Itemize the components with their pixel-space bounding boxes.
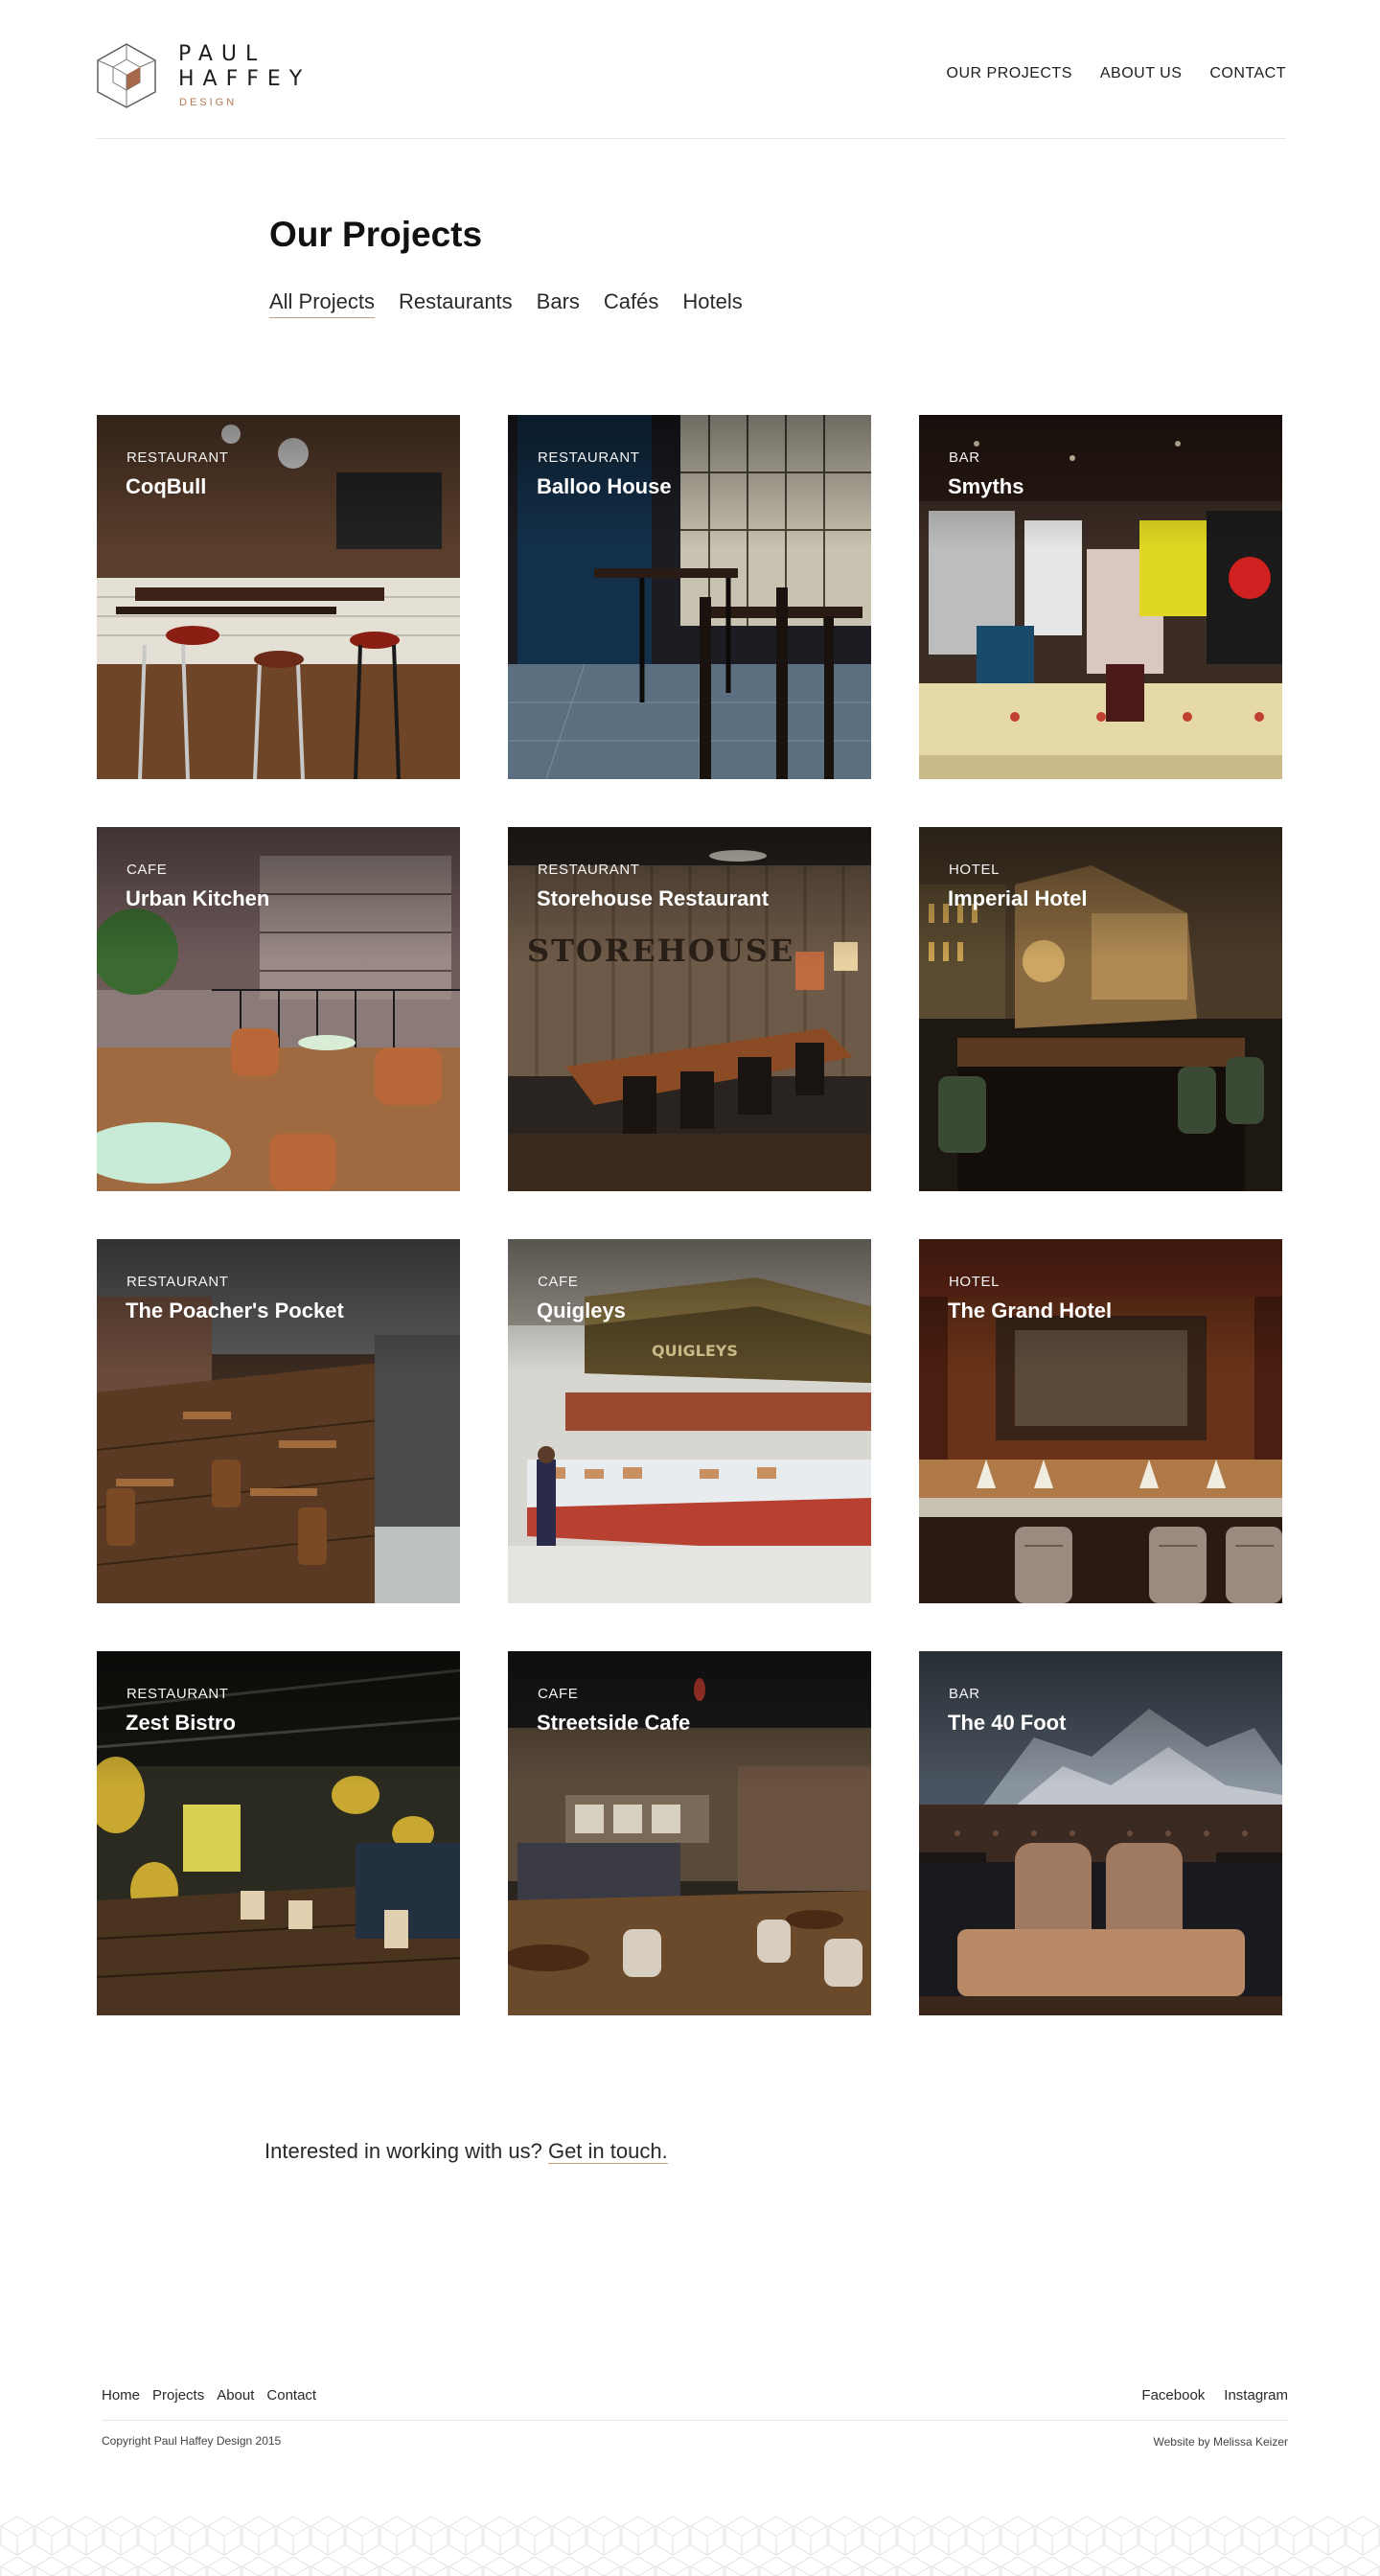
project-card-imperial-hotel[interactable]: HOTEL Imperial Hotel: [919, 827, 1282, 1191]
logo-line-1: PAUL: [178, 42, 266, 66]
site-header: PAUL HAFFEY DESIGN OUR PROJECTS ABOUT US…: [96, 0, 1286, 139]
project-card-storehouse[interactable]: STOREHOUSE RESTAURANT Storehouse Restaur…: [508, 827, 871, 1191]
project-name: Smyths: [948, 474, 1024, 498]
project-name: The 40 Foot: [948, 1711, 1067, 1735]
project-grid: RESTAURANT CoqBull RESTAURANT Balloo Hou…: [97, 415, 1283, 2015]
filter-bars[interactable]: Bars: [537, 289, 580, 318]
project-card-zest-bistro[interactable]: RESTAURANT Zest Bistro: [97, 1651, 460, 2015]
project-category: CAFE: [126, 862, 168, 878]
project-name: The Poacher's Pocket: [126, 1299, 344, 1322]
filter-all-projects[interactable]: All Projects: [269, 289, 376, 318]
filter-restaurants[interactable]: Restaurants: [399, 289, 513, 318]
project-category: RESTAURANT: [538, 862, 640, 878]
copyright-text: Copyright Paul Haffey Design 2015: [102, 2434, 282, 2448]
project-card-urban-kitchen[interactable]: CAFE Urban Kitchen: [97, 827, 460, 1191]
footer-divider: [102, 2420, 1288, 2421]
project-name: Balloo House: [537, 474, 672, 498]
project-category: HOTEL: [949, 862, 1000, 878]
project-name: Storehouse Restaurant: [537, 886, 770, 910]
project-category: RESTAURANT: [126, 1686, 229, 1702]
social-links: Facebook Instagram: [1141, 2387, 1288, 2404]
project-category: BAR: [949, 1686, 980, 1702]
logo-line-2: HAFFEY: [178, 67, 311, 91]
project-name: Zest Bistro: [126, 1711, 236, 1735]
nav-about-us[interactable]: ABOUT US: [1100, 65, 1183, 82]
project-category: BAR: [949, 449, 980, 466]
instagram-link[interactable]: Instagram: [1224, 2387, 1288, 2404]
filter-cafes[interactable]: Cafés: [604, 289, 658, 318]
logo-wordmark: PAUL HAFFEY: [178, 42, 310, 92]
cube-logo-icon: [97, 43, 156, 108]
project-name: CoqBull: [126, 474, 207, 498]
project-name: Quigleys: [537, 1299, 626, 1322]
project-category: RESTAURANT: [126, 449, 229, 466]
project-card-quigleys[interactable]: QUIGLEYS CAFE Quigleys: [508, 1239, 871, 1603]
site-credit: Website by Melissa Keizer: [1153, 2435, 1289, 2449]
project-card-balloo-house[interactable]: RESTAURANT Balloo House: [508, 415, 871, 779]
project-category: CAFE: [538, 1274, 579, 1290]
project-category: RESTAURANT: [126, 1274, 229, 1290]
footer-link-about[interactable]: About: [217, 2387, 254, 2404]
project-card-streetside-cafe[interactable]: CAFE Streetside Cafe: [508, 1651, 871, 2015]
main-nav: OUR PROJECTS ABOUT US CONTACT: [947, 65, 1286, 82]
project-card-grand-hotel[interactable]: HOTEL The Grand Hotel: [919, 1239, 1282, 1603]
cta-text: Interested in working with us?: [264, 2139, 542, 2163]
filter-hotels[interactable]: Hotels: [682, 289, 742, 318]
footer-link-home[interactable]: Home: [102, 2387, 140, 2404]
project-name: Urban Kitchen: [126, 886, 270, 910]
footer-nav: Home Projects About Contact: [102, 2387, 316, 2404]
logo-subtitle: DESIGN: [179, 97, 238, 108]
get-in-touch-link[interactable]: Get in touch.: [547, 2139, 668, 2164]
project-filters: All Projects Restaurants Bars Cafés Hote…: [269, 289, 743, 318]
facebook-link[interactable]: Facebook: [1141, 2387, 1205, 2404]
project-card-smyths[interactable]: BAR Smyths: [919, 415, 1282, 779]
nav-our-projects[interactable]: OUR PROJECTS: [947, 65, 1072, 82]
project-name: The Grand Hotel: [948, 1299, 1113, 1322]
project-card-40-foot[interactable]: BAR The 40 Foot: [919, 1651, 1282, 2015]
project-category: HOTEL: [949, 1274, 1000, 1290]
footer-link-contact[interactable]: Contact: [266, 2387, 316, 2404]
project-card-poachers-pocket[interactable]: RESTAURANT The Poacher's Pocket: [97, 1239, 460, 1603]
project-name: Imperial Hotel: [948, 886, 1088, 910]
project-category: CAFE: [538, 1686, 579, 1702]
project-card-coqbull[interactable]: RESTAURANT CoqBull: [97, 415, 460, 779]
nav-contact[interactable]: CONTACT: [1209, 65, 1286, 82]
footer-link-projects[interactable]: Projects: [152, 2387, 204, 2404]
project-name: Streetside Cafe: [537, 1711, 691, 1735]
logo-link[interactable]: PAUL HAFFEY DESIGN: [96, 42, 316, 113]
cube-pattern-decoration: [0, 2516, 1380, 2576]
page-title: Our Projects: [269, 215, 483, 254]
contact-cta: Interested in working with us? Get in to…: [264, 2139, 668, 2164]
project-category: RESTAURANT: [538, 449, 640, 466]
